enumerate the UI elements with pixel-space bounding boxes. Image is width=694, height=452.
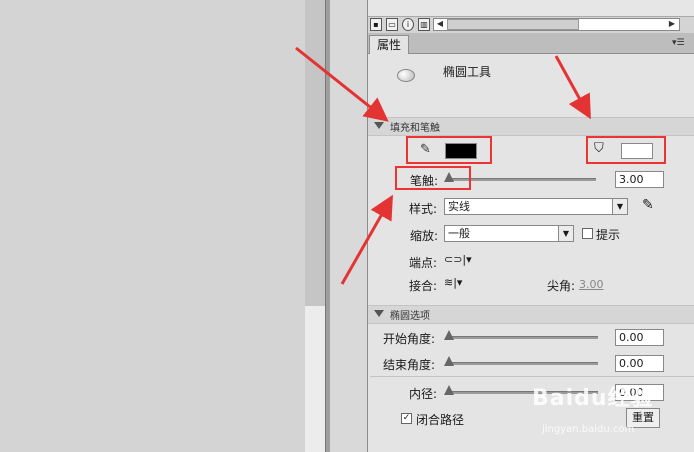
annotation-arrow-1 (295, 46, 389, 122)
annotation-arrow-2 (554, 55, 591, 120)
baidu-watermark: Baidu经验 (532, 386, 654, 411)
baidu-watermark-url: jingyan.baidu.com (542, 424, 635, 435)
annotation-arrow-3 (340, 194, 393, 285)
